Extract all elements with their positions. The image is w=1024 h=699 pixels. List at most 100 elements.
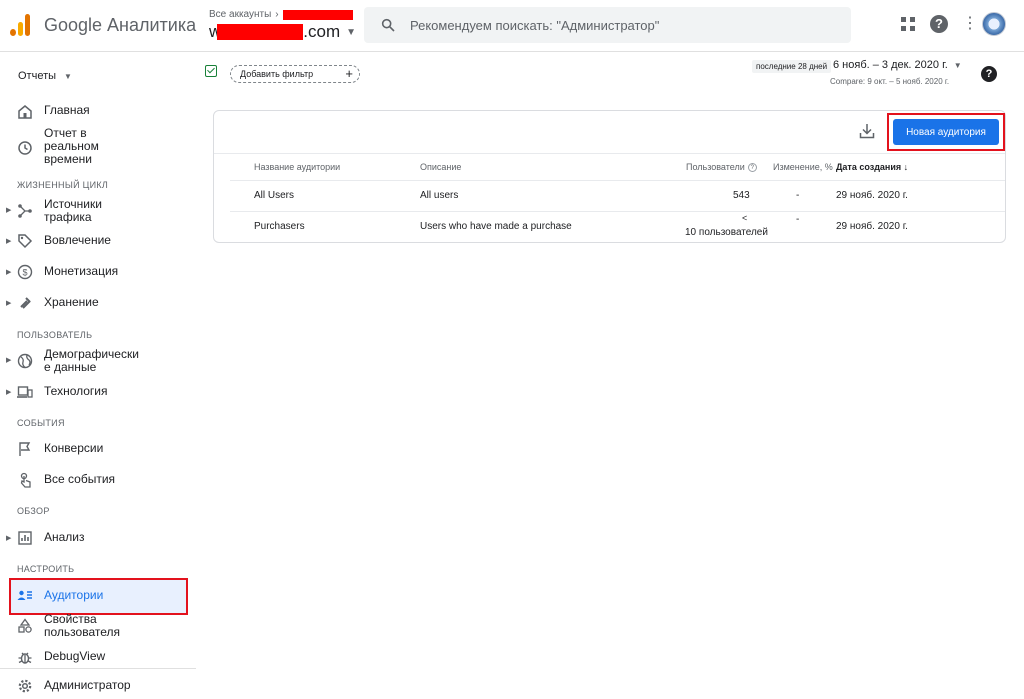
table-row-users: 10 пользователей	[685, 227, 768, 238]
sidebar-item-label: Монетизация	[44, 264, 119, 278]
search-bar[interactable]	[364, 7, 851, 43]
redacted-account-name	[282, 9, 353, 20]
help-icon[interactable]: ?	[981, 66, 997, 82]
help-icon[interactable]: ?	[930, 15, 948, 33]
section-lifecycle: ЖИЗНЕННЫЙ ЦИКЛ	[17, 180, 109, 190]
caret-right-icon: ▶	[6, 300, 12, 307]
date-preset-badge: последние 28 дней	[752, 60, 832, 73]
account-breadcrumb[interactable]: Все аккаунты ›	[209, 9, 353, 20]
table-row-created: 29 нояб. 2020 г.	[836, 221, 908, 232]
caret-right-icon: ▶	[6, 535, 12, 542]
sidebar-item-label: Хранение	[44, 295, 99, 309]
apps-grid-icon[interactable]	[900, 16, 916, 32]
column-header-created[interactable]: Дата создания ↓	[836, 162, 908, 172]
sidebar: Отчеты ▼ Главная Отчет в реальном времени…	[0, 52, 196, 699]
help-icon[interactable]: ?	[747, 163, 757, 173]
table-row-change: -	[796, 190, 800, 201]
sidebar-item-label: DebugView	[44, 649, 106, 663]
reports-selector[interactable]: Отчеты ▼	[18, 70, 72, 82]
table-header-divider	[214, 153, 1005, 154]
sidebar-item-label: Вовлечение	[44, 233, 111, 247]
add-filter-label: Добавить фильтр	[240, 69, 314, 79]
account-selector[interactable]: w .com ▼	[209, 22, 356, 42]
table-row-description: Users who have made a purchase	[420, 221, 572, 232]
magnet-icon	[20, 297, 31, 309]
compare-range: Compare: 9 окт. – 5 нояб. 2020 г.	[830, 77, 950, 86]
chevron-down-icon: ▼	[346, 26, 357, 38]
date-range-selector[interactable]: 6 нояб. – 3 дек. 2020 г. ▼	[833, 59, 962, 71]
sidebar-item-label: Анализ	[44, 530, 85, 544]
search-input[interactable]	[410, 17, 830, 33]
new-audience-button[interactable]: Новая аудитория	[893, 119, 999, 145]
table-row-change: -	[796, 214, 800, 225]
add-filter-button[interactable]: Добавить фильтр +	[230, 65, 360, 83]
table-row-description: All users	[420, 190, 459, 201]
gear-icon	[18, 679, 32, 693]
arrow-down-icon: ↓	[903, 162, 909, 172]
table-row-name[interactable]: All Users	[254, 190, 294, 201]
acquisition-icon	[18, 204, 32, 218]
caret-right-icon: ▶	[6, 357, 12, 364]
tag-icon	[18, 234, 33, 249]
reports-label: Отчеты	[18, 70, 57, 82]
row-divider	[230, 180, 1005, 181]
chevron-down-icon: ▼	[953, 60, 962, 70]
caret-right-icon: ▶	[6, 269, 12, 276]
created-header-label: Дата создания	[836, 162, 902, 172]
redacted-property-name	[217, 24, 304, 40]
sidebar-item-label: Отчет в реальном времени	[44, 126, 99, 166]
top-actions: ? ⋮	[900, 12, 1006, 36]
section-configure: НАСТРОИТЬ	[17, 564, 75, 574]
globe-icon	[17, 353, 33, 369]
download-icon[interactable]	[858, 122, 876, 140]
analytics-logo-icon[interactable]	[10, 14, 32, 36]
breadcrumb-all-accounts[interactable]: Все аккаунты	[209, 9, 271, 20]
caret-right-icon: ▶	[6, 238, 12, 245]
audience-icon	[17, 590, 32, 600]
search-icon	[381, 18, 395, 32]
top-bar: Google Аналитика Все аккаунты › w .com ▼…	[0, 0, 1024, 52]
section-explore: ОБЗОР	[17, 506, 50, 516]
chevron-down-icon: ▼	[64, 72, 72, 81]
property-name-suffix: .com	[303, 22, 341, 41]
column-header-name[interactable]: Название аудитории	[254, 162, 340, 172]
filter-check-icon[interactable]	[205, 65, 217, 77]
plus-icon: +	[345, 66, 353, 81]
chevron-right-icon: ›	[275, 9, 279, 20]
caret-right-icon: ▶	[6, 207, 12, 214]
table-row-created: 29 нояб. 2020 г.	[836, 190, 908, 201]
avatar[interactable]	[982, 12, 1006, 36]
sidebar-item-label: Конверсии	[44, 441, 104, 455]
table-row-name[interactable]: Purchasers	[254, 221, 305, 232]
sidebar-item-label: Технология	[44, 384, 108, 398]
more-vert-icon[interactable]: ⋮	[962, 15, 978, 33]
column-header-users[interactable]: Пользователи?	[686, 162, 757, 173]
table-row-users-prefix: <	[742, 213, 748, 223]
users-header-label: Пользователи	[686, 162, 745, 172]
section-user: ПОЛЬЗОВАТЕЛЬ	[17, 330, 93, 340]
column-header-change[interactable]: Изменение, %	[773, 162, 833, 172]
bug-icon	[18, 652, 32, 664]
sidebar-item-label: Все события	[44, 472, 116, 486]
app-title[interactable]: Google Аналитика	[44, 15, 196, 36]
sidebar-item-label: Источники трафика	[44, 197, 102, 224]
svg-text:$: $	[22, 268, 27, 278]
touch-icon	[20, 472, 31, 488]
row-divider	[230, 211, 1005, 212]
sidebar-item-label: Свойства пользователя	[44, 612, 120, 639]
flag-icon	[19, 442, 31, 456]
section-events: СОБЫТИЯ	[17, 418, 65, 428]
dollar-icon: $	[17, 264, 33, 280]
caret-right-icon: ▶	[6, 389, 12, 396]
column-header-description[interactable]: Описание	[420, 162, 461, 172]
date-range-label: 6 нояб. – 3 дек. 2020 г.	[833, 59, 948, 71]
sidebar-item-label: Главная	[44, 103, 90, 117]
home-icon	[18, 105, 32, 119]
devices-icon	[17, 386, 33, 398]
clock-icon	[18, 141, 32, 155]
shapes-icon	[18, 618, 32, 633]
analysis-icon	[18, 531, 32, 545]
sidebar-item-label: Администратор	[44, 678, 131, 692]
sidebar-item-label: Аудитории	[44, 588, 104, 602]
table-row-users: 543	[733, 190, 750, 201]
